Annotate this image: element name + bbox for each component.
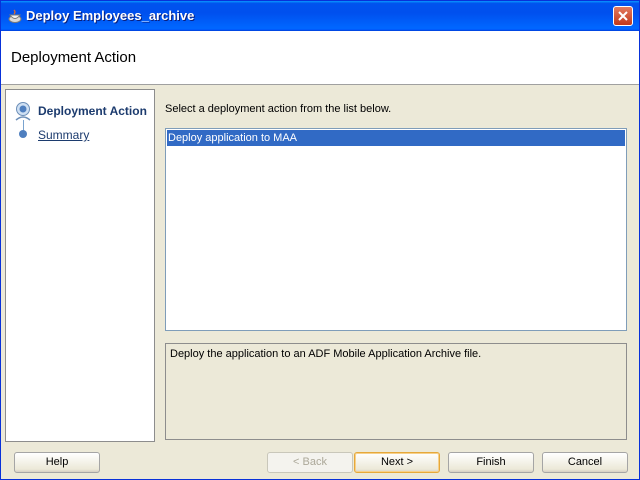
- window-title: Deploy Employees_archive: [26, 8, 195, 23]
- help-button[interactable]: Help: [14, 452, 100, 473]
- action-description-box: Deploy the application to an ADF Mobile …: [165, 343, 627, 440]
- coffee-cup-icon: [8, 9, 22, 23]
- close-icon: [618, 11, 628, 21]
- nav-item-label: Deployment Action: [38, 104, 147, 118]
- finish-button[interactable]: Finish: [448, 452, 534, 473]
- page-title: Deployment Action: [11, 49, 137, 66]
- deploy-dialog: Deploy Employees_archive Deployment Acti…: [0, 0, 640, 480]
- nav-item-deployment-action[interactable]: Deployment Action: [6, 100, 154, 122]
- main-content: Select a deployment action from the list…: [165, 101, 627, 443]
- next-button[interactable]: Next >: [354, 452, 440, 473]
- nav-item-label: Summary: [38, 128, 90, 142]
- current-step-icon: [15, 102, 31, 121]
- page-header: Deployment Action: [1, 31, 639, 85]
- title-bar[interactable]: Deploy Employees_archive: [1, 1, 639, 31]
- close-button[interactable]: [613, 6, 633, 26]
- step-dot-icon: [19, 130, 27, 138]
- nav-item-summary[interactable]: Summary: [6, 124, 154, 146]
- action-description: Deploy the application to an ADF Mobile …: [170, 348, 482, 360]
- wizard-step-navigator: Deployment Action Summary: [5, 89, 155, 442]
- back-button[interactable]: < Back: [267, 452, 353, 473]
- cancel-button[interactable]: Cancel: [542, 452, 628, 473]
- deployment-action-list[interactable]: Deploy application to MAA: [165, 128, 627, 331]
- instruction-text: Select a deployment action from the list…: [165, 103, 392, 115]
- list-item[interactable]: Deploy application to MAA: [167, 130, 625, 146]
